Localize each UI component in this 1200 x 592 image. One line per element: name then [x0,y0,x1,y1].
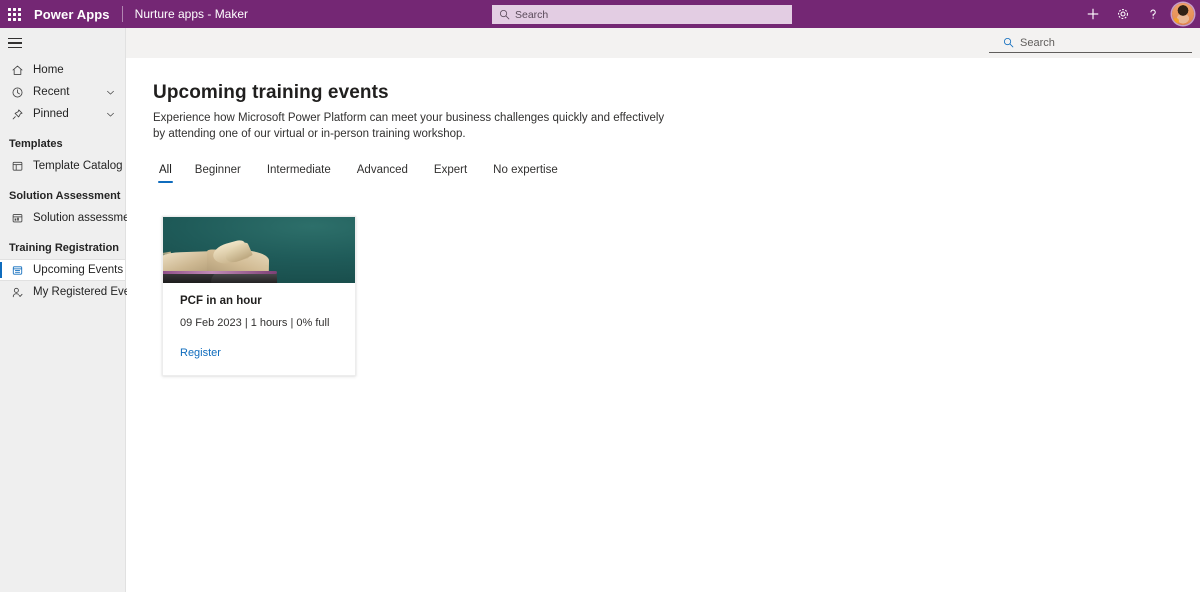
sidebar-item-recent[interactable]: Recent [0,81,125,103]
page-search-placeholder: Search [1020,36,1055,49]
sidebar-item-pinned[interactable]: Pinned [0,103,125,125]
tab-expert[interactable]: Expert [421,164,480,183]
event-card-image [163,217,355,283]
global-search-input[interactable]: Search [492,5,792,24]
menu-toggle-hamburger-icon[interactable] [0,30,30,56]
plus-icon[interactable] [1078,0,1108,28]
search-icon [499,9,510,20]
register-link[interactable]: Register [180,347,221,359]
home-icon [9,62,25,78]
sidebar-item-label: Upcoming Events [33,264,124,276]
sidebar-item-home[interactable]: Home [0,59,125,81]
tab-all[interactable]: All [153,164,182,183]
search-icon [1003,37,1014,48]
solution-assessment-icon [9,210,25,226]
tab-intermediate[interactable]: Intermediate [254,164,344,183]
page-search-input[interactable]: Search [989,33,1192,53]
sidebar-item-label: Recent [33,86,70,98]
pin-icon [9,106,25,122]
app-name[interactable]: Nurture apps - Maker [135,7,248,21]
sidebar-item-label: Home [33,64,64,76]
sidebar-navigation: Home Recent Pinned Templates Template Ca… [0,28,146,592]
sidebar-group-title-templates: Templates [9,138,63,150]
app-launcher-waffle-icon[interactable] [0,0,28,28]
sidebar-item-solution-assessment[interactable]: Solution assessment [0,207,139,229]
sidebar-item-label: Solution assessment [33,212,140,224]
sidebar-group-title-solution-assessment: Solution Assessment [9,190,121,202]
sidebar-item-template-catalog[interactable]: Template Catalog [0,155,125,177]
main-content: Upcoming training events Experience how … [127,58,1200,592]
expertise-level-tabs: All Beginner Intermediate Advanced Exper… [153,164,571,183]
sidebar-group-title-training-registration: Training Registration [9,242,120,254]
question-mark-icon[interactable] [1138,0,1168,28]
header-actions [1078,0,1200,28]
calendar-events-icon [9,262,25,278]
app-header: Power Apps Nurture apps - Maker Search [0,0,1200,28]
event-card[interactable]: PCF in an hour 09 Feb 2023 | 1 hours | 0… [162,216,356,376]
page-title: Upcoming training events [153,82,389,103]
template-catalog-icon [9,158,25,174]
chevron-down-icon[interactable] [105,87,116,98]
event-card-title: PCF in an hour [180,295,262,307]
brand-name[interactable]: Power Apps [34,7,110,22]
header-divider [121,6,123,22]
tab-advanced[interactable]: Advanced [344,164,421,183]
page-description: Experience how Microsoft Power Platform … [153,112,665,140]
global-search-placeholder: Search [515,8,549,21]
clock-icon [9,84,25,100]
sidebar-item-upcoming-events[interactable]: Upcoming Events [0,259,125,281]
tab-no-expertise[interactable]: No expertise [480,164,571,183]
sidebar-item-my-registered-events[interactable]: My Registered Events [0,281,146,303]
event-card-body: PCF in an hour 09 Feb 2023 | 1 hours | 0… [163,283,355,329]
open-book-illustration [163,238,283,283]
sidebar-item-label: Template Catalog [33,160,123,172]
command-bar: Search [126,28,1200,58]
chevron-down-icon[interactable] [105,109,116,120]
tab-beginner[interactable]: Beginner [182,164,254,183]
event-card-meta: 09 Feb 2023 | 1 hours | 0% full [180,317,330,329]
avatar[interactable] [1172,3,1194,25]
gear-icon[interactable] [1108,0,1138,28]
person-check-icon [9,284,25,300]
sidebar-item-label: Pinned [33,108,69,120]
